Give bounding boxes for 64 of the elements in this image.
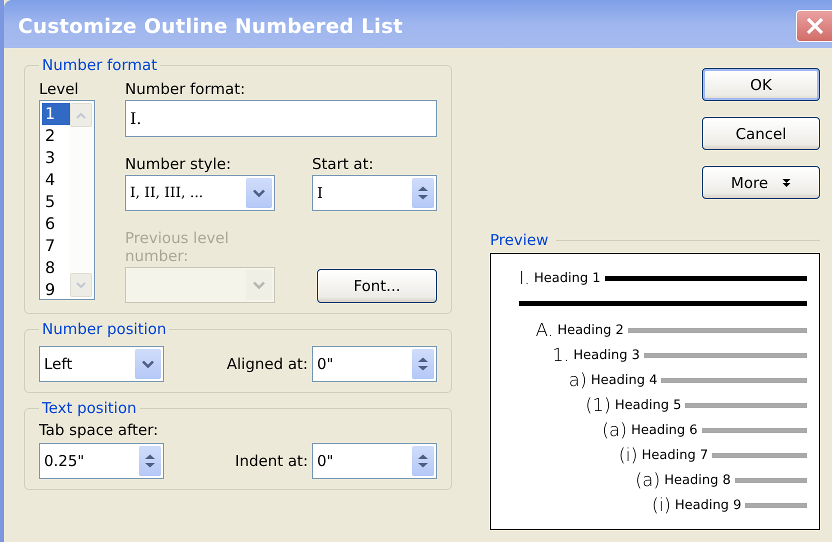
aligned-at-label: Aligned at:	[226, 355, 308, 373]
heading-text: Heading 1	[534, 271, 601, 286]
heading-number: (1)	[585, 395, 611, 416]
start-at-spinner[interactable]: I	[312, 175, 437, 211]
heading-text: Heading 3	[573, 348, 640, 363]
number-format-label: Number format:	[125, 80, 246, 98]
heading-number: I.	[519, 268, 530, 289]
heading-text: Heading 5	[614, 398, 682, 413]
font-button[interactable]: Font...	[317, 269, 437, 303]
level-label: Level	[39, 80, 80, 98]
heading-text: Heading 4	[590, 373, 658, 388]
heading-number: 1.	[552, 345, 570, 366]
close-button[interactable]	[796, 10, 832, 42]
previous-level-label: Previous level number:	[125, 229, 230, 265]
group-title: Number format	[41, 56, 158, 74]
close-icon	[804, 16, 824, 36]
heading-text: Heading 2	[557, 323, 624, 338]
group-title: Text position	[41, 399, 138, 417]
chevron-up-icon	[76, 112, 86, 118]
level-item[interactable]: 5	[42, 191, 70, 213]
level-item[interactable]: 7	[42, 235, 70, 257]
dialog-button[interactable]: Cancel	[702, 117, 820, 150]
heading-text: Heading 7	[642, 448, 708, 463]
number-style-dropdown[interactable]: I, II, III, ...	[125, 175, 275, 211]
heading-text: Heading 8	[664, 473, 731, 488]
chevron-down-icon	[142, 360, 154, 368]
dialog-button[interactable]: More	[702, 166, 820, 199]
aligned-at-spinner[interactable]: 0"	[312, 346, 437, 382]
level-list[interactable]: 1 2 3 4 5 6 7 8 9	[39, 100, 95, 300]
level-item[interactable]: 9	[42, 279, 70, 301]
heading-number: A.	[536, 320, 554, 341]
preview-title: Preview	[490, 231, 548, 249]
chevron-down-icon	[253, 188, 265, 198]
start-at-label: Start at:	[312, 155, 375, 173]
chevron-down-icon	[76, 282, 86, 288]
dialog-button[interactable]: OK	[702, 68, 820, 101]
heading-text: Heading 9	[674, 498, 742, 513]
heading-number: a)	[568, 370, 587, 391]
heading-number: (i)	[618, 445, 638, 466]
indent-at-label: Indent at:	[235, 452, 308, 470]
group-title: Number position	[41, 320, 168, 338]
level-item[interactable]: 4	[42, 169, 70, 191]
double-chevron-down-icon	[782, 178, 792, 188]
spin-arrows-icon[interactable]	[417, 453, 429, 469]
level-item[interactable]: 3	[42, 147, 70, 169]
tab-space-label: Tab space after:	[39, 421, 158, 439]
level-item[interactable]: 6	[42, 213, 70, 235]
alignment-dropdown[interactable]: Left	[39, 346, 164, 382]
heading-number: (a)	[602, 420, 628, 441]
level-item[interactable]: 8	[42, 257, 70, 279]
level-item[interactable]: 1	[42, 103, 70, 125]
window-title: Customize Outline Numbered List	[18, 14, 403, 38]
tab-space-spinner[interactable]: 0.25"	[39, 443, 164, 479]
number-format-field[interactable]: I.	[125, 100, 437, 137]
heading-number: (i)	[652, 495, 671, 516]
level-item[interactable]: 2	[42, 125, 70, 147]
indent-at-spinner[interactable]: 0"	[312, 443, 437, 479]
spin-arrows-icon[interactable]	[417, 356, 429, 372]
heading-number: (a)	[635, 470, 660, 491]
spin-arrows-icon[interactable]	[144, 453, 156, 469]
number-style-label: Number style:	[125, 155, 232, 173]
spin-arrows-icon[interactable]	[417, 185, 429, 201]
heading-text: Heading 6	[631, 423, 698, 438]
chevron-down-icon	[253, 280, 265, 290]
